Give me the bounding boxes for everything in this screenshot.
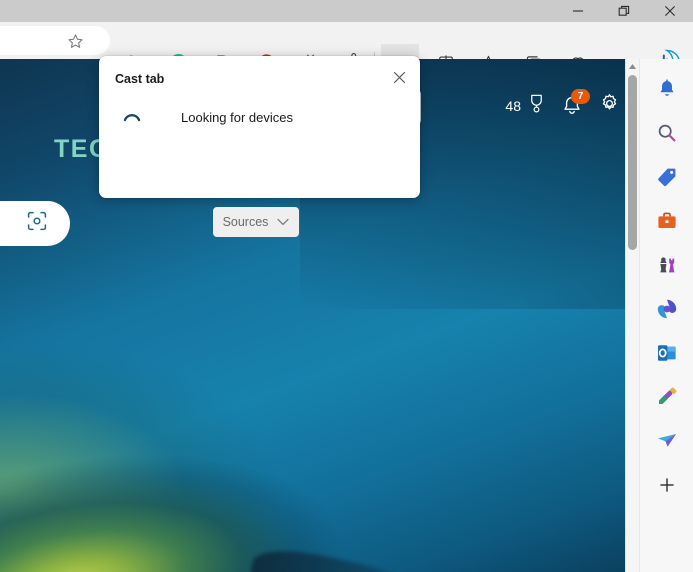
bell-icon [660,79,673,96]
loading-spinner-icon [115,108,149,126]
sidebar-item-outlook[interactable] [647,333,687,373]
cast-dialog-close-button[interactable] [386,64,412,90]
outlook-icon [657,345,676,361]
cast-status-row: Looking for devices [115,108,293,126]
cast-dialog: Cast tab Looking for devices Sources [99,56,420,237]
add-favorite-icon[interactable] [64,31,86,51]
cast-status-text: Looking for devices [181,109,294,125]
visual-search-camera-icon[interactable] [26,210,48,237]
rewards-count: 48 [505,98,521,114]
minimize-button[interactable] [555,0,601,22]
price-tag-icon [657,168,675,187]
notifications-button[interactable]: 7 [561,89,590,117]
settings-button[interactable] [599,93,620,119]
briefcase-icon [657,212,676,228]
sources-dropdown-button[interactable]: Sources [213,207,299,237]
search-icon [658,124,675,142]
chevron-down-icon [277,213,290,231]
gear-icon [602,94,617,110]
bing-search-box[interactable] [0,201,70,246]
rewards-button[interactable]: 48 [505,94,545,118]
address-bar[interactable] [0,26,110,55]
bing-header-actions: 48 7 [505,89,620,119]
sidebar-item-search[interactable] [647,113,687,153]
notifications-badge: 7 [571,89,590,104]
paper-plane-icon [657,434,676,447]
scroll-up-arrow-icon[interactable] [626,59,639,73]
plus-icon [659,478,674,492]
close-button[interactable] [647,0,693,22]
sidebar-item-notifications[interactable] [647,69,687,109]
edge-sidebar [639,59,693,572]
title-bar [0,0,693,22]
restore-button[interactable] [601,0,647,22]
sidebar-item-image-creator[interactable] [647,377,687,417]
cast-dialog-title: Cast tab [115,72,165,86]
sidebar-item-games[interactable] [647,245,687,285]
image-creator-icon [658,387,676,404]
scrollbar-thumb[interactable] [628,75,637,250]
sidebar-item-shopping[interactable] [647,157,687,197]
sidebar-item-customize[interactable] [647,465,687,505]
browser-window: TECHFOLLOWS 48 7 [0,0,693,572]
window-controls [555,0,693,22]
chess-pieces-icon [659,257,674,273]
microsoft-365-icon [657,299,676,319]
sources-label: Sources [222,215,269,229]
sidebar-item-microsoft365[interactable] [647,289,687,329]
page-scrollbar[interactable] [625,59,639,572]
sidebar-item-drop[interactable] [647,421,687,461]
sidebar-item-tools[interactable] [647,201,687,241]
rewards-medal-icon [528,94,545,118]
browser-toolbar [0,22,693,81]
